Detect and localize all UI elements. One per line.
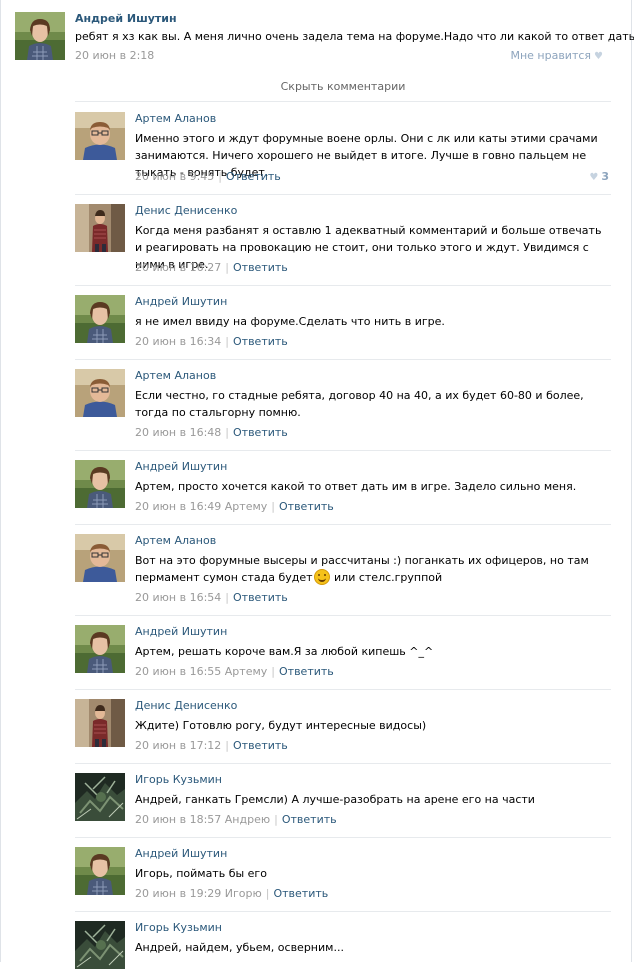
- reply-to-link[interactable]: Артему: [225, 500, 268, 513]
- comment-author-link[interactable]: Артем Аланов: [135, 369, 216, 382]
- avatar[interactable]: [15, 12, 65, 60]
- comment-meta: 20 июн в 16:49 Артему | Ответить: [135, 500, 334, 513]
- comment: Андрей Ишутин Артем, просто хочется како…: [75, 450, 611, 525]
- like-label: Мне нравится: [510, 49, 592, 62]
- comment: Артем Аланов Вот на это форумные высеры …: [75, 524, 611, 616]
- wall-post: Андрей Ишутин ребят я хз как вы. А меня …: [15, 12, 634, 62]
- reply-link[interactable]: Ответить: [226, 170, 281, 183]
- comment: Андрей Ишутин я не имел ввиду на форуме.…: [75, 285, 611, 360]
- comment-author-link[interactable]: Денис Денисенко: [135, 699, 237, 712]
- comment-meta: 20 июн в 9:45 | Ответить: [135, 170, 281, 183]
- comment-author-link[interactable]: Игорь Кузьмин: [135, 921, 222, 934]
- comment-text: Артем, решать короче вам.Я за любой кипе…: [135, 645, 434, 658]
- comment-text: Андрей, ганкать Гремсли) А лучше-разобра…: [135, 793, 535, 806]
- comment-text: Если честно, го стадные ребята, договор …: [135, 389, 584, 419]
- comment-date-link[interactable]: 20 июн в 16:55: [135, 665, 221, 678]
- comment-date-link[interactable]: 20 июн в 19:29: [135, 887, 221, 900]
- post-text: ребят я хз как вы. А меня лично очень за…: [75, 30, 634, 43]
- reply-link[interactable]: Ответить: [233, 591, 288, 604]
- hide-comments-link[interactable]: Скрыть комментарии: [75, 76, 611, 102]
- reply-to-link[interactable]: Игорю: [225, 887, 262, 900]
- comment: Артем Аланов Именно этого и ждут форумны…: [75, 102, 611, 195]
- comment-author-link[interactable]: Артем Аланов: [135, 534, 216, 547]
- avatar[interactable]: [75, 699, 125, 747]
- comment-text: Андрей, найдем, убьем, осверним...: [135, 941, 344, 954]
- reply-link[interactable]: Ответить: [233, 426, 288, 439]
- comment-date-link[interactable]: 20 июн в 16:27: [135, 261, 221, 274]
- reply-link[interactable]: Ответить: [233, 739, 288, 752]
- comment: Игорь Кузьмин Андрей, ганкать Гремсли) А…: [75, 763, 611, 838]
- like-button[interactable]: Мне нравится ♥: [510, 49, 603, 62]
- reply-link[interactable]: Ответить: [233, 335, 288, 348]
- comment-author-link[interactable]: Андрей Ишутин: [135, 460, 227, 473]
- comment-date-link[interactable]: 20 июн в 16:49: [135, 500, 221, 513]
- reply-link[interactable]: Ответить: [279, 500, 334, 513]
- comment-author-link[interactable]: Игорь Кузьмин: [135, 773, 222, 786]
- comment-text-part: или стелс.группой: [330, 571, 443, 584]
- comment-author-link[interactable]: Андрей Ишутин: [135, 625, 227, 638]
- comment-author-link[interactable]: Андрей Ишутин: [135, 295, 227, 308]
- avatar[interactable]: [75, 460, 125, 508]
- comment: Артем Аланов Если честно, го стадные реб…: [75, 359, 611, 451]
- heart-icon: ♥: [594, 51, 603, 62]
- comment-like-count: 3: [601, 170, 609, 183]
- comment: Игорь Кузьмин Андрей, найдем, убьем, осв…: [75, 911, 611, 962]
- reply-link[interactable]: Ответить: [273, 887, 328, 900]
- comment-date-link[interactable]: 20 июн в 16:54: [135, 591, 221, 604]
- wall-post-container: Андрей Ишутин ребят я хз как вы. А меня …: [0, 0, 634, 962]
- post-date-link[interactable]: 20 июн в 2:18: [75, 49, 154, 62]
- comment-text: Игорь, поймать бы его: [135, 867, 267, 880]
- comment-meta: 20 июн в 18:57 Андрею | Ответить: [135, 813, 337, 826]
- comment: Денис Денисенко Когда меня разбанят я ос…: [75, 194, 611, 286]
- reply-link[interactable]: Ответить: [282, 813, 337, 826]
- comment-author-link[interactable]: Артем Аланов: [135, 112, 216, 125]
- reply-to-link[interactable]: Андрею: [225, 813, 270, 826]
- comment-author-link[interactable]: Денис Денисенко: [135, 204, 237, 217]
- avatar[interactable]: [75, 112, 125, 160]
- comment-text: Ждите) Готовлю рогу, будут интересные ви…: [135, 719, 427, 732]
- comment: Андрей Ишутин Артем, решать короче вам.Я…: [75, 615, 611, 690]
- comment-meta: 20 июн в 16:55 Артему | Ответить: [135, 665, 334, 678]
- comment-date-link[interactable]: 20 июн в 16:48: [135, 426, 221, 439]
- smiley-icon: [313, 569, 330, 585]
- avatar[interactable]: [75, 847, 125, 895]
- comment-text: я не имел ввиду на форуме.Сделать что ни…: [135, 315, 445, 328]
- comment-like-button[interactable]: ♥ 3: [589, 170, 609, 183]
- heart-icon: ♥: [589, 172, 599, 183]
- comment-date-link[interactable]: 20 июн в 9:45: [135, 170, 214, 183]
- comment-meta: 20 июн в 16:27 | Ответить: [135, 261, 288, 274]
- post-author-link[interactable]: Андрей Ишутин: [75, 12, 177, 25]
- comment-meta: 20 июн в 16:48 | Ответить: [135, 426, 288, 439]
- avatar[interactable]: [75, 295, 125, 343]
- avatar[interactable]: [75, 773, 125, 821]
- comment-author-link[interactable]: Андрей Ишутин: [135, 847, 227, 860]
- reply-to-link[interactable]: Артему: [225, 665, 268, 678]
- comment-date-link[interactable]: 20 июн в 17:12: [135, 739, 221, 752]
- comment-text: Артем, просто хочется какой то ответ дат…: [135, 480, 577, 493]
- avatar[interactable]: [75, 534, 125, 582]
- avatar[interactable]: [75, 204, 125, 252]
- comment-meta: 20 июн в 16:54 | Ответить: [135, 591, 288, 604]
- avatar[interactable]: [75, 625, 125, 673]
- avatar[interactable]: [75, 369, 125, 417]
- comment: Андрей Ишутин Игорь, поймать бы его 20 и…: [75, 837, 611, 912]
- comment-meta: 20 июн в 16:34 | Ответить: [135, 335, 288, 348]
- reply-link[interactable]: Ответить: [233, 261, 288, 274]
- comment-meta: 20 июн в 19:29 Игорю | Ответить: [135, 887, 329, 900]
- comment: Денис Денисенко Ждите) Готовлю рогу, буд…: [75, 689, 611, 764]
- comment-meta: 20 июн в 17:12 | Ответить: [135, 739, 288, 752]
- comment-date-link[interactable]: 20 июн в 18:57: [135, 813, 221, 826]
- comment-text: Вот на это форумные высеры и рассчитаны …: [135, 552, 607, 586]
- comment-date-link[interactable]: 20 июн в 16:34: [135, 335, 221, 348]
- reply-link[interactable]: Ответить: [279, 665, 334, 678]
